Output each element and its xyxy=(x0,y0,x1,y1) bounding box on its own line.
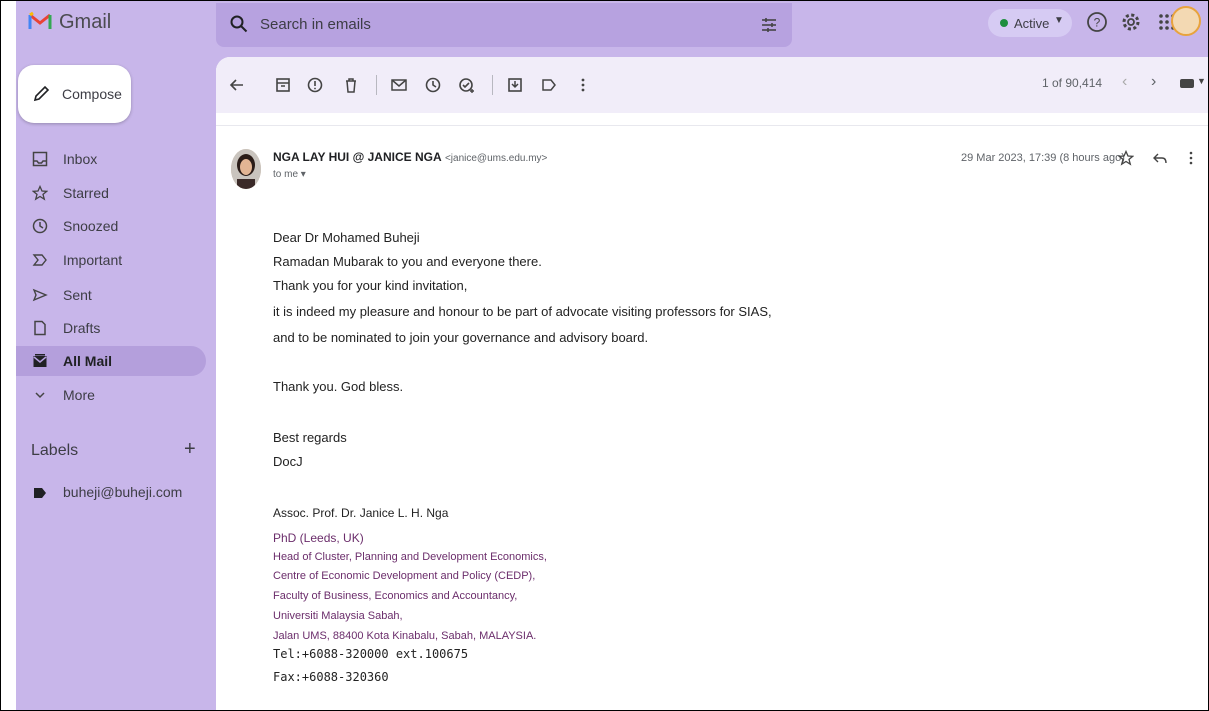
newer-button[interactable]: › xyxy=(1151,73,1156,91)
nav-label: Inbox xyxy=(63,151,98,167)
sender-photo-icon xyxy=(231,149,261,189)
body-line: Ramadan Mubarak to you and everyone ther… xyxy=(273,254,542,269)
status-label: Active xyxy=(1014,16,1050,31)
all-mail-icon xyxy=(33,354,47,367)
labels-heading: Labels xyxy=(31,442,79,459)
nav-label: Snoozed xyxy=(63,218,119,234)
body-line: and to be nominated to join your governa… xyxy=(273,330,649,345)
label-icon[interactable] xyxy=(540,76,558,94)
account-avatar[interactable] xyxy=(1171,6,1201,36)
message-more-icon[interactable] xyxy=(1183,150,1199,166)
body-line: DocJ xyxy=(273,454,303,469)
signature-line: Jalan UMS, 88400 Kota Kinabalu, Sabah, M… xyxy=(273,630,537,642)
input-tools-icon[interactable] xyxy=(1180,79,1194,88)
snooze-icon[interactable] xyxy=(424,76,442,94)
mark-unread-icon[interactable] xyxy=(390,76,408,94)
app-name[interactable]: Gmail xyxy=(59,11,111,34)
nav-label: Starred xyxy=(63,185,109,201)
body-line: it is indeed my pleasure and honour to b… xyxy=(273,304,772,319)
move-to-icon[interactable] xyxy=(506,76,524,94)
body-line: Dear Dr Mohamed Buheji xyxy=(273,230,420,245)
search-icon[interactable] xyxy=(230,15,248,33)
reply-icon[interactable] xyxy=(1152,150,1168,166)
nav-item-all-mail[interactable]: All Mail xyxy=(16,346,206,376)
compose-button[interactable]: Compose xyxy=(18,65,131,123)
nav-label: Sent xyxy=(63,287,92,303)
star-icon[interactable] xyxy=(1118,150,1134,166)
help-icon[interactable]: ? xyxy=(1086,11,1108,33)
add-label-button[interactable]: + xyxy=(184,438,196,461)
star-icon xyxy=(32,185,48,201)
body-line: Thank you. God bless. xyxy=(273,379,404,394)
status-dropdown[interactable]: Active ▼ xyxy=(988,9,1072,37)
back-arrow-icon[interactable] xyxy=(228,76,246,94)
send-icon xyxy=(32,288,48,302)
nav-item-inbox[interactable]: Inbox xyxy=(16,144,206,174)
nav-label: Important xyxy=(63,252,123,268)
nav-item-snoozed[interactable]: Snoozed xyxy=(16,211,206,241)
signature-phone: Tel:+6088-320000 ext.100675 xyxy=(273,647,469,661)
signature-line: Head of Cluster, Planning and Developmen… xyxy=(273,551,547,563)
nav-item-sent[interactable]: Sent xyxy=(16,280,206,310)
nav-item-starred[interactable]: Starred xyxy=(16,178,206,208)
search-options-icon[interactable] xyxy=(760,16,778,34)
signature-line: Centre of Economic Development and Polic… xyxy=(273,570,536,582)
svg-text:?: ? xyxy=(1094,16,1101,30)
pencil-icon xyxy=(33,85,50,102)
message-pane: 1 of 90,414 ‹ › ▼ NGA LAY HUI @ JANICE N… xyxy=(216,57,1208,710)
nav-item-important[interactable]: Important xyxy=(16,245,206,275)
add-to-tasks-icon[interactable] xyxy=(458,76,476,94)
chevron-down-icon xyxy=(35,392,45,399)
sender-email: <janice@ums.edu.my> xyxy=(444,153,548,164)
toolbar-divider xyxy=(492,75,493,95)
report-spam-icon[interactable] xyxy=(306,76,324,94)
signature-line: PhD (Leeds, UK) xyxy=(273,531,364,545)
header-divider xyxy=(216,125,1208,126)
top-bar: Gmail Search in emails Active ▼ ? xyxy=(16,1,1208,49)
body-line: Thank you for your kind invitation, xyxy=(273,278,468,293)
signature-fax: Fax:+6088-320360 xyxy=(273,670,389,684)
message-toolbar: 1 of 90,414 ‹ › ▼ xyxy=(216,57,1208,113)
draft-icon xyxy=(34,320,46,336)
more-options-icon[interactable] xyxy=(574,76,592,94)
nav-label: More xyxy=(63,387,95,403)
clock-icon xyxy=(32,218,48,234)
nav-item-drafts[interactable]: Drafts xyxy=(16,313,206,343)
older-button[interactable]: ‹ xyxy=(1122,73,1127,91)
nav-label: Drafts xyxy=(63,320,101,336)
recipient-details-toggle[interactable]: to me ▾ xyxy=(273,169,306,180)
screenshot-frame: Gmail Search in emails Active ▼ ? Compos… xyxy=(0,0,1209,711)
important-icon xyxy=(32,254,47,266)
label-name: buheji@buheji.com xyxy=(63,484,183,500)
sender-line: NGA LAY HUI @ JANICE NGA <janice@ums.edu… xyxy=(273,150,547,164)
signature-line: Assoc. Prof. Dr. Janice L. H. Nga xyxy=(273,506,449,520)
nav-label: All Mail xyxy=(63,353,113,369)
signature-line: Universiti Malaysia Sabah, xyxy=(273,610,403,622)
label-item[interactable]: buheji@buheji.com xyxy=(16,479,206,507)
caret-down-icon[interactable]: ▼ xyxy=(1197,76,1206,86)
nav-item-more[interactable]: More xyxy=(16,380,206,410)
label-tag-icon xyxy=(34,488,46,498)
delete-icon[interactable] xyxy=(342,76,360,94)
sender-name[interactable]: NGA LAY HUI @ JANICE NGA xyxy=(273,150,442,164)
compose-label: Compose xyxy=(62,86,122,102)
gmail-logo-icon[interactable] xyxy=(28,11,52,31)
toolbar-divider xyxy=(376,75,377,95)
search-input[interactable]: Search in emails xyxy=(260,16,371,33)
message-timestamp: 29 Mar 2023, 17:39 (8 hours ago) xyxy=(961,152,1125,164)
archive-icon[interactable] xyxy=(274,76,292,94)
signature-line: Faculty of Business, Economics and Accou… xyxy=(273,590,518,602)
caret-down-icon: ▼ xyxy=(1054,15,1064,26)
body-line: Best regards xyxy=(273,430,347,445)
settings-gear-icon[interactable] xyxy=(1120,11,1142,33)
status-dot-icon xyxy=(1000,19,1008,27)
inbox-icon xyxy=(32,151,48,167)
message-count: 1 of 90,414 xyxy=(1042,76,1103,90)
sender-avatar xyxy=(231,149,261,189)
search-bar[interactable]: Search in emails xyxy=(216,3,792,47)
